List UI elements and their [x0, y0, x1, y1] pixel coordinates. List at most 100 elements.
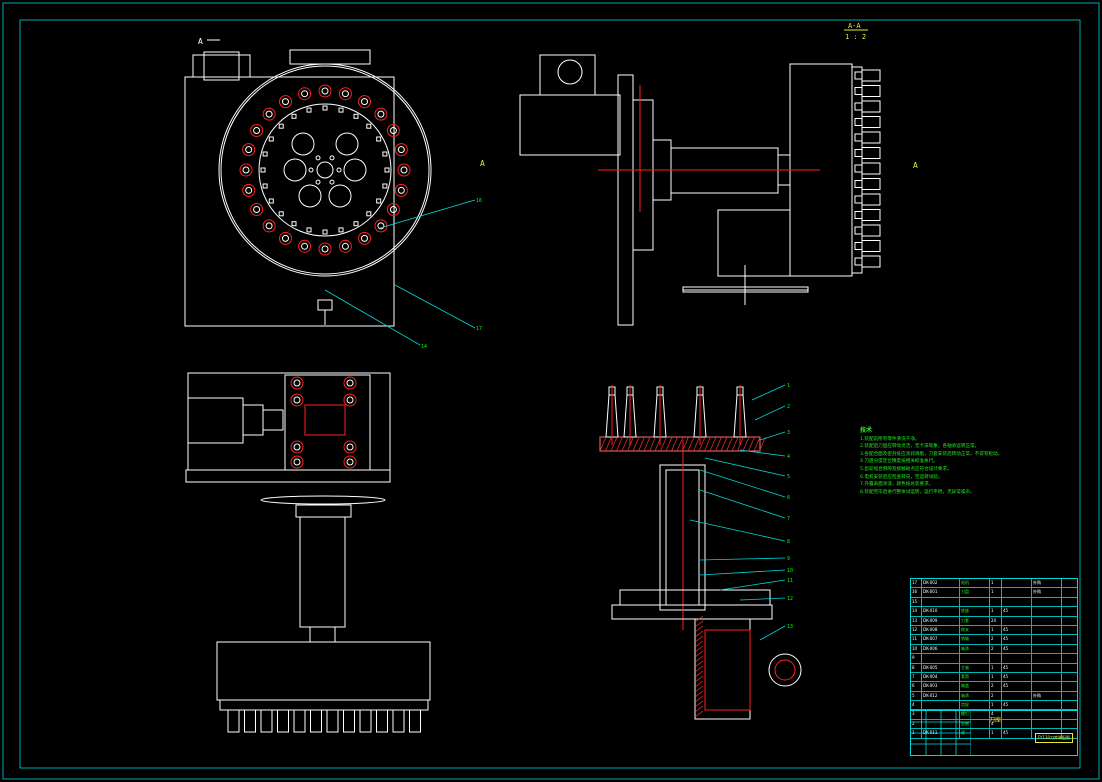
parts-cell [1032, 682, 1062, 691]
parts-cell: 外购 [1032, 691, 1062, 701]
hatch-line [715, 436, 722, 452]
hatch-line [753, 436, 761, 452]
tool-pocket [386, 124, 400, 137]
drawing-name: 刀库 [989, 717, 1002, 724]
tool-shank [310, 709, 322, 733]
parts-cell: 1 [990, 672, 1002, 682]
hatch-line [694, 645, 704, 653]
tool-holder-base [854, 195, 863, 204]
hatch-line [638, 436, 645, 452]
parts-cell: DK-004 [922, 672, 960, 682]
hatch-line [632, 436, 640, 452]
hatch-line [709, 436, 717, 452]
tool-pocket [239, 163, 253, 177]
tool-holder-base [854, 242, 863, 250]
tool-pocket [386, 203, 400, 216]
tool-pocket [394, 183, 408, 197]
leader-line [751, 384, 786, 401]
tool-pocket [358, 231, 371, 245]
tool-holder-base [854, 118, 863, 126]
hatch-line [694, 695, 704, 703]
parts-row: 15 [911, 597, 1077, 608]
leader-line [699, 569, 786, 576]
tool-pocket [262, 107, 276, 121]
parts-cell: 4 [911, 701, 922, 710]
housing-bolt-core [346, 458, 354, 466]
tool-pocket [242, 183, 256, 197]
parts-cell: DK-007 [922, 635, 960, 644]
parts-row: 10 DK-006 轴承 2 45 [911, 644, 1077, 655]
parts-cell [1062, 692, 1077, 700]
parts-row: 14 DK-010 底座 1 45 [911, 607, 1077, 617]
parts-cell [922, 701, 960, 710]
pocket-clip [262, 151, 268, 157]
tool-pocket [394, 143, 408, 157]
parts-cell [1062, 664, 1077, 672]
parts-cell [1062, 607, 1077, 615]
parts-cell: 7 [911, 672, 922, 682]
hub-bolt [329, 179, 335, 185]
hatch-line [720, 436, 728, 452]
hub-bolt [336, 167, 342, 173]
parts-cell: DK-008 [922, 625, 960, 635]
callout-17: 17 [476, 326, 482, 332]
parts-cell: 45 [1002, 663, 1032, 672]
parts-cell: 45 [1002, 625, 1032, 635]
hub-bolt [315, 155, 321, 161]
pocket-clip [382, 151, 388, 157]
parts-cell: 45 [1002, 607, 1032, 616]
parts-cell: 外购 [1032, 579, 1062, 588]
parts-cell [1062, 598, 1077, 606]
parts-cell [1032, 597, 1062, 607]
hatch-line [694, 700, 704, 708]
pocket-clip [278, 211, 284, 217]
pocket-clip [322, 229, 328, 235]
parts-cell [1032, 644, 1062, 654]
tool-holder-base [854, 180, 863, 188]
section-callout: 2 [787, 404, 790, 410]
hatch-line [694, 660, 704, 668]
parts-cell [1002, 597, 1032, 607]
hatch-line [742, 436, 750, 452]
tool-pocket-core [265, 222, 273, 230]
tool-pocket-core [301, 242, 309, 250]
lightening-hole [291, 132, 315, 156]
tool-pocket-core [389, 206, 397, 213]
tool-pocket-core [321, 245, 329, 253]
parts-cell: 11 [911, 635, 922, 644]
leader-line [699, 469, 786, 498]
tool-pocket [397, 163, 411, 177]
parts-cell [1002, 588, 1032, 597]
parts-cell [1062, 588, 1077, 596]
pocket-clip [338, 227, 344, 233]
section-title: A-A [848, 22, 861, 30]
parts-cell: 电机 [960, 579, 990, 588]
housing-bolt [290, 440, 304, 454]
tool-holder [861, 147, 881, 159]
section-callout: 12 [787, 596, 793, 602]
tool-pocket-core [282, 98, 289, 106]
tool-holder [861, 116, 881, 128]
hatch-line [605, 436, 612, 452]
tool-holder-base [854, 257, 863, 266]
tool-shank [392, 709, 405, 733]
hub-bolt [329, 155, 335, 161]
tool-pocket [338, 239, 352, 253]
parts-cell: 13 [911, 616, 922, 625]
tool-pocket [338, 87, 352, 101]
parts-cell: 轴承 [960, 691, 990, 701]
tool-pocket [279, 95, 292, 109]
section-callout: 6 [787, 495, 790, 501]
leader-line [739, 449, 786, 457]
parts-cell [1062, 645, 1077, 653]
view-a-label-front: A [198, 37, 203, 46]
parts-cell [1062, 579, 1077, 587]
parts-row: 6 DK-003 端盖 2 45 [911, 682, 1077, 692]
tool-pocket-core [253, 206, 261, 213]
parts-cell: 1 [990, 625, 1002, 635]
parts-cell [1002, 616, 1032, 625]
tool-shank [260, 709, 273, 733]
hatch-line [665, 436, 673, 452]
parts-cell [1032, 635, 1062, 644]
parts-cell: DK-005 [922, 663, 960, 672]
